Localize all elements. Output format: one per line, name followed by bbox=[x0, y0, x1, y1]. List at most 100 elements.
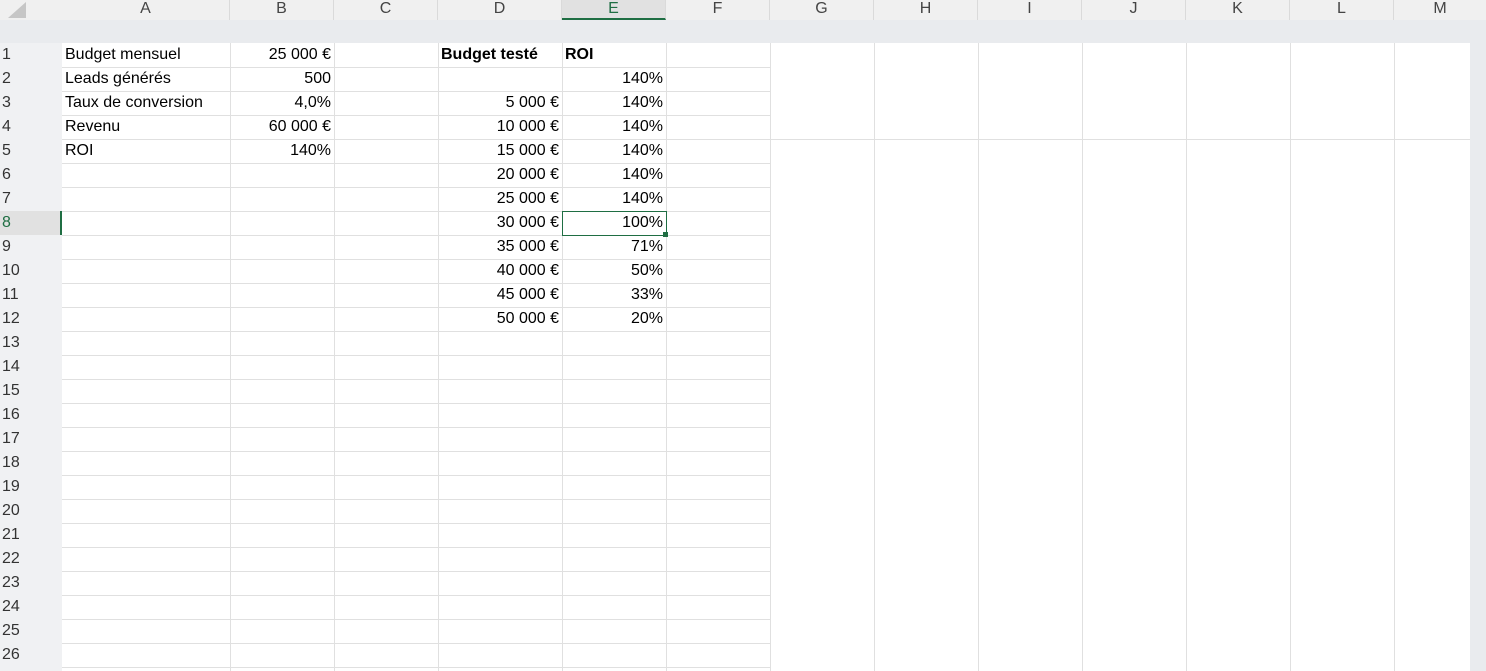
column-header-bar: A B C D E F G H I J K L M bbox=[0, 0, 1486, 20]
column-header-k[interactable]: K bbox=[1186, 0, 1290, 20]
column-header-b[interactable]: B bbox=[230, 0, 334, 20]
gridline bbox=[62, 595, 770, 596]
column-header-e[interactable]: E bbox=[562, 0, 666, 20]
cell-e10[interactable]: 50% bbox=[562, 259, 666, 283]
cell-b4[interactable]: 60 000 € bbox=[230, 115, 334, 139]
gridline bbox=[62, 451, 770, 452]
cell-b5[interactable]: 140% bbox=[230, 139, 334, 163]
column-header-d[interactable]: D bbox=[438, 0, 562, 20]
gridline bbox=[334, 43, 335, 671]
row-header-bar: 1 2 3 4 5 6 7 8 9 10 11 12 13 14 15 16 1… bbox=[0, 43, 62, 671]
column-header-c[interactable]: C bbox=[334, 0, 438, 20]
row-header-23[interactable]: 23 bbox=[0, 571, 60, 595]
cell-b3[interactable]: 4,0% bbox=[230, 91, 334, 115]
row-header-19[interactable]: 19 bbox=[0, 475, 60, 499]
column-header-g[interactable]: G bbox=[770, 0, 874, 20]
cell-a5[interactable]: ROI bbox=[62, 139, 230, 163]
gridline bbox=[62, 667, 770, 668]
row-header-11[interactable]: 11 bbox=[0, 283, 60, 307]
cell-e12[interactable]: 20% bbox=[562, 307, 666, 331]
column-header-f[interactable]: F bbox=[666, 0, 770, 20]
gridline bbox=[62, 571, 770, 572]
gridline bbox=[62, 403, 770, 404]
cell-d6[interactable]: 20 000 € bbox=[438, 163, 562, 187]
cell-e11[interactable]: 33% bbox=[562, 283, 666, 307]
gridline bbox=[62, 331, 770, 332]
row-header-15[interactable]: 15 bbox=[0, 379, 60, 403]
gridline bbox=[62, 355, 770, 356]
gridline bbox=[62, 547, 770, 548]
cell-e6[interactable]: 140% bbox=[562, 163, 666, 187]
fill-handle[interactable] bbox=[663, 232, 668, 237]
cell-d7[interactable]: 25 000 € bbox=[438, 187, 562, 211]
row-header-5[interactable]: 5 bbox=[0, 139, 60, 163]
cell-d5[interactable]: 15 000 € bbox=[438, 139, 562, 163]
cell-e9[interactable]: 71% bbox=[562, 235, 666, 259]
column-header-h[interactable]: H bbox=[874, 0, 978, 20]
row-header-22[interactable]: 22 bbox=[0, 547, 60, 571]
cell-a3[interactable]: Taux de conversion bbox=[62, 91, 230, 115]
cell-d1[interactable]: Budget testé bbox=[438, 43, 562, 67]
gridline bbox=[1394, 43, 1395, 671]
cell-e1[interactable]: ROI bbox=[562, 43, 666, 67]
cell-e4[interactable]: 140% bbox=[562, 115, 666, 139]
cell-a4[interactable]: Revenu bbox=[62, 115, 230, 139]
cell-d9[interactable]: 35 000 € bbox=[438, 235, 562, 259]
row-header-14[interactable]: 14 bbox=[0, 355, 60, 379]
row-header-20[interactable]: 20 bbox=[0, 499, 60, 523]
cell-d12[interactable]: 50 000 € bbox=[438, 307, 562, 331]
cell-a2[interactable]: Leads générés bbox=[62, 67, 230, 91]
gridline bbox=[1186, 43, 1187, 671]
cell-d3[interactable]: 5 000 € bbox=[438, 91, 562, 115]
row-header-2[interactable]: 2 bbox=[0, 67, 60, 91]
column-header-a[interactable]: A bbox=[62, 0, 230, 20]
select-all-button[interactable] bbox=[0, 0, 62, 20]
row-header-17[interactable]: 17 bbox=[0, 427, 60, 451]
row-header-13[interactable]: 13 bbox=[0, 331, 60, 355]
gridline bbox=[62, 499, 770, 500]
select-all-triangle-icon bbox=[8, 2, 26, 18]
row-header-24[interactable]: 24 bbox=[0, 595, 60, 619]
row-header-3[interactable]: 3 bbox=[0, 91, 60, 115]
row-header-12[interactable]: 12 bbox=[0, 307, 60, 331]
row-header-10[interactable]: 10 bbox=[0, 259, 60, 283]
cell-e5[interactable]: 140% bbox=[562, 139, 666, 163]
cell-d11[interactable]: 45 000 € bbox=[438, 283, 562, 307]
gridline bbox=[62, 427, 770, 428]
row-header-26[interactable]: 26 bbox=[0, 643, 60, 667]
column-header-m[interactable]: M bbox=[1394, 0, 1486, 20]
gridline bbox=[1082, 43, 1083, 671]
row-header-16[interactable]: 16 bbox=[0, 403, 60, 427]
cell-d10[interactable]: 40 000 € bbox=[438, 259, 562, 283]
row-header-18[interactable]: 18 bbox=[0, 451, 60, 475]
gridline bbox=[62, 379, 770, 380]
gridline bbox=[874, 43, 875, 671]
column-header-j[interactable]: J bbox=[1082, 0, 1186, 20]
cell-b2[interactable]: 500 bbox=[230, 67, 334, 91]
active-cell-border bbox=[562, 211, 667, 236]
column-header-i[interactable]: I bbox=[978, 0, 1082, 20]
cell-d8[interactable]: 30 000 € bbox=[438, 211, 562, 235]
worksheet-grid[interactable]: Budget mensuel 25 000 € Leads générés 50… bbox=[62, 43, 1470, 671]
row-header-1[interactable]: 1 bbox=[0, 43, 60, 67]
row-header-8[interactable]: 8 bbox=[0, 211, 62, 235]
gridline bbox=[978, 43, 979, 671]
cell-b1[interactable]: 25 000 € bbox=[230, 43, 334, 67]
gridline bbox=[62, 619, 770, 620]
cell-e2[interactable]: 140% bbox=[562, 67, 666, 91]
cell-a1[interactable]: Budget mensuel bbox=[62, 43, 230, 67]
column-header-l[interactable]: L bbox=[1290, 0, 1394, 20]
gridline bbox=[666, 43, 667, 671]
cell-d4[interactable]: 10 000 € bbox=[438, 115, 562, 139]
row-header-9[interactable]: 9 bbox=[0, 235, 60, 259]
header-spacer-band bbox=[0, 20, 1486, 43]
cell-e7[interactable]: 140% bbox=[562, 187, 666, 211]
cell-e3[interactable]: 140% bbox=[562, 91, 666, 115]
row-header-7[interactable]: 7 bbox=[0, 187, 60, 211]
gridline bbox=[770, 43, 771, 671]
row-header-4[interactable]: 4 bbox=[0, 115, 60, 139]
row-header-21[interactable]: 21 bbox=[0, 523, 60, 547]
gridline bbox=[62, 643, 770, 644]
row-header-6[interactable]: 6 bbox=[0, 163, 60, 187]
row-header-25[interactable]: 25 bbox=[0, 619, 60, 643]
